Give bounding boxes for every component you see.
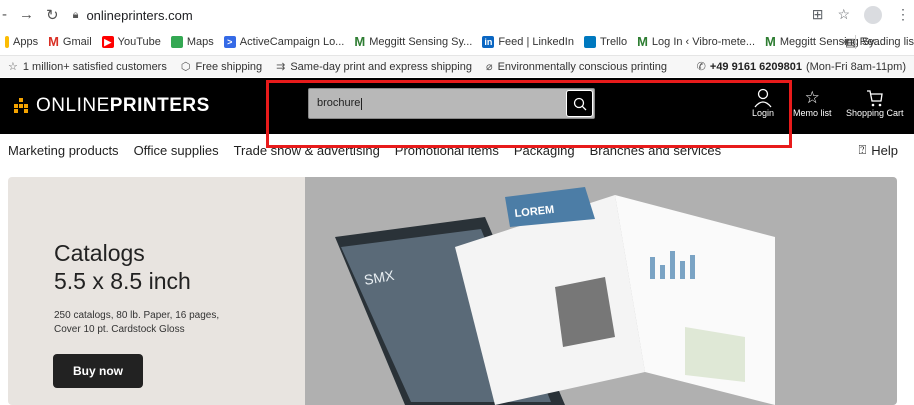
product-photo: SMX LOREM <box>305 177 897 405</box>
usp-bar: ☆ 1 million+ satisfied customers ⬡ Free sh… <box>0 55 914 77</box>
youtube-icon: ▶ <box>101 36 114 48</box>
star-icon: ☆ <box>8 61 18 73</box>
cart-icon <box>866 90 883 107</box>
hero-banner: SMX LOREM Catalogs 5.5 x 8.5 inch 250 cat… <box>8 177 897 405</box>
usp-free-shipping: ⬡ Free shipping <box>180 60 263 74</box>
back-icon[interactable]: ‐ <box>2 6 7 24</box>
maps-icon <box>170 36 183 48</box>
bookmark-apps[interactable]: Apps <box>0 36 43 48</box>
address-bar[interactable]: onlineprinters.com <box>86 8 192 23</box>
bookmark-trello[interactable]: Trello <box>579 36 632 48</box>
toolbar-right: ⊞ ☆ ⋮ <box>812 6 910 24</box>
bookmark-youtube[interactable]: ▶ YouTube <box>97 36 166 48</box>
bookmark-linkedin[interactable]: in Feed | LinkedIn <box>477 36 579 48</box>
booklet-illustration: SMX LOREM <box>335 187 775 405</box>
trello-icon <box>583 36 596 48</box>
bookmarks-bar: Apps M Gmail ▶ YouTube Maps > ActiveCampaig… <box>0 30 914 54</box>
usp-same-day: ⇉ Same-day print and express shipping <box>276 60 472 74</box>
shopping-cart-button[interactable]: Shopping Cart <box>846 88 904 118</box>
browser-toolbar: ‐ → ↻ 🔒︎ onlineprinters.com ⊞ ☆ ⋮ <box>0 0 914 30</box>
reload-icon[interactable]: ↻ <box>46 6 59 24</box>
lock-icon[interactable]: 🔒︎ <box>73 9 79 22</box>
bookmark-star-icon[interactable]: ☆ <box>837 6 850 24</box>
meggitt-icon: M <box>637 34 648 49</box>
star-outline-icon: ☆ <box>804 88 820 107</box>
browser-nav: ‐ → ↻ <box>0 6 59 24</box>
menu-dots-icon[interactable]: ⋮ <box>896 6 910 24</box>
box-icon: ⬡ <box>180 61 191 73</box>
phone-contact[interactable]: ✆ +49 9161 6209801 (Mon-Fri 8am-11pm) <box>696 60 906 74</box>
usp-customers: ☆ 1 million+ satisfied customers <box>8 60 167 74</box>
linkedin-icon: in <box>482 36 495 48</box>
logo-mark-icon <box>14 98 30 114</box>
activecampaign-icon: > <box>223 36 236 48</box>
meggitt-icon: M <box>765 34 776 49</box>
truck-icon: ⇉ <box>276 61 286 73</box>
reading-list-button[interactable]: ▤ Reading lis <box>845 36 914 49</box>
hero-description: 250 catalogs, 80 lb. Paper, 16 pages, Cov… <box>54 310 220 335</box>
buy-now-button[interactable]: Buy now <box>53 354 143 388</box>
hero-title: Catalogs 5.5 x 8.5 inch <box>54 240 191 294</box>
gmail-icon: M <box>48 34 59 49</box>
bookmark-activecampaign[interactable]: > ActiveCampaign Lo... <box>219 36 350 48</box>
help-icon: ⍰ <box>858 142 867 157</box>
forward-icon[interactable]: → <box>19 6 34 24</box>
reading-list-icon: ▤ <box>845 36 856 49</box>
profile-avatar[interactable] <box>864 6 882 24</box>
leaf-icon: ⌀ <box>485 61 493 73</box>
phone-icon: ✆ <box>696 61 706 73</box>
logo-text: ONLINEPRINTERS <box>36 95 210 116</box>
bookmark-gmail[interactable]: M Gmail <box>43 34 97 49</box>
bookmark-maps[interactable]: Maps <box>166 36 219 48</box>
usp-eco: ⌀ Environmentally conscious printing <box>485 60 667 74</box>
nav-office-supplies[interactable]: Office supplies <box>134 143 219 158</box>
apps-icon <box>5 36 9 48</box>
nav-marketing-products[interactable]: Marketing products <box>8 143 119 158</box>
extension-icon[interactable]: ⊞ <box>812 6 824 24</box>
highlight-annotation <box>266 80 792 148</box>
site-logo[interactable]: ONLINEPRINTERS <box>14 95 210 117</box>
memo-list-button[interactable]: ☆ Memo list <box>793 88 832 118</box>
meggitt-icon: M <box>354 34 366 49</box>
bookmark-vibro-meter[interactable]: M Log In ‹ Vibro-mete... <box>632 34 760 49</box>
bookmark-meggitt-1[interactable]: M Meggitt Sensing Sy... <box>349 34 477 49</box>
help-link[interactable]: ⍰ Help <box>858 142 898 158</box>
